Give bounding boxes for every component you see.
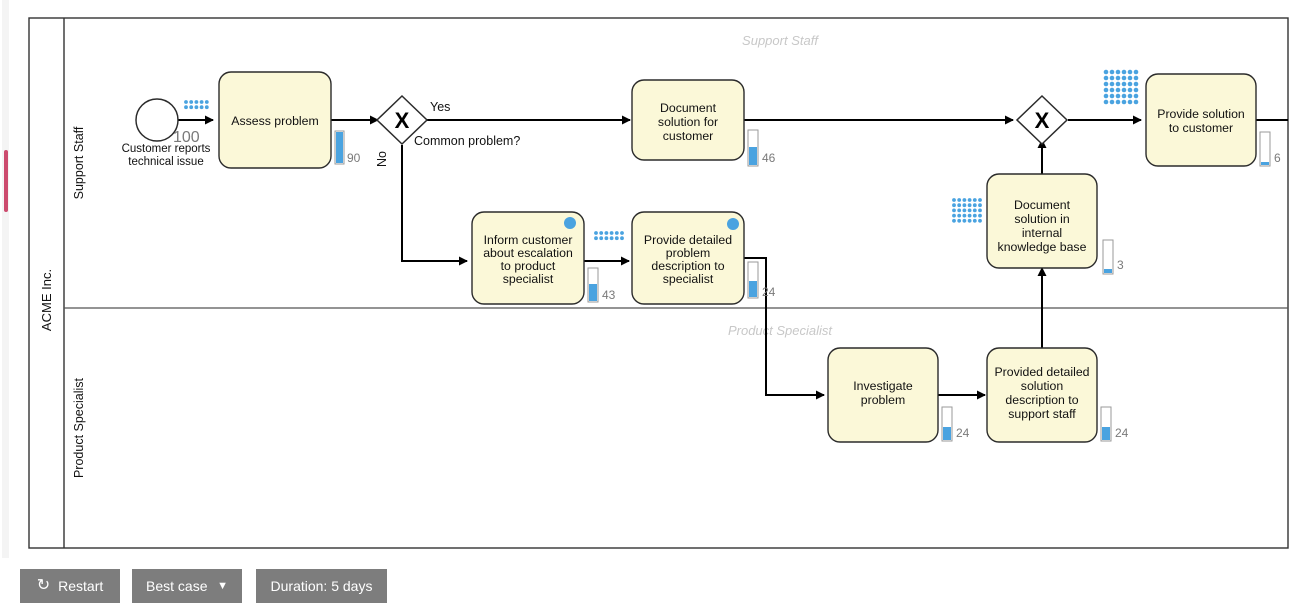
task-prov-desc-line1: Provide detailed (644, 233, 732, 247)
start-event-label-line2: technical issue (128, 156, 203, 168)
task-document-solution-in-kb[interactable]: Document solution in internal knowledge … (986, 173, 1124, 275)
flow-label-no: No (375, 151, 389, 167)
task-assess-problem-count: 90 (347, 151, 361, 165)
task-kb-line1: Document (1014, 198, 1071, 212)
duration-button[interactable]: Duration: 5 days (256, 569, 387, 603)
task-doc-sol-cust-line1: Document (660, 101, 717, 115)
process-simulation-app: ACME Inc. Support Staff Support Staff Pr… (0, 0, 1307, 610)
lane-product-specialist[interactable]: Product Specialist Product Specialist (72, 323, 833, 478)
queue-dot-grid-provide-solution (1103, 69, 1139, 105)
task-kb-line3: internal (1022, 226, 1062, 240)
task-doc-sol-cust-line2: solution for (658, 115, 718, 129)
task-document-solution-for-customer[interactable]: Document solution for customer 46 (631, 79, 776, 167)
task-investigate-line1: Investigate (853, 379, 913, 393)
task-provided-desc-line4: support staff (1008, 407, 1076, 421)
gateway-common-problem-symbol: X (395, 108, 410, 133)
task-provide-sol-count: 6 (1274, 151, 1281, 165)
start-event-label-line1: Customer reports (122, 143, 211, 155)
case-select-button[interactable]: Best case ▼ (132, 569, 242, 603)
lane-watermark-product-specialist: Product Specialist (728, 323, 833, 338)
gateway-common-problem[interactable]: X Yes Common problem? No (375, 94, 520, 167)
task-kb-line4: knowledge base (998, 240, 1087, 254)
lane-label-support-staff: Support Staff (72, 126, 86, 199)
gateway-merge-symbol: X (1035, 108, 1050, 133)
flow-label-yes: Yes (430, 100, 450, 114)
lane-watermark-support-staff: Support Staff (742, 33, 819, 48)
refresh-icon: ↻ (36, 577, 51, 594)
task-inform-line1: Inform customer (484, 233, 573, 247)
task-investigate-count: 24 (956, 426, 970, 440)
lane-label-product-specialist: Product Specialist (72, 377, 86, 478)
restart-button-label: Restart (58, 578, 104, 594)
task-prov-desc-line3: description to (651, 259, 724, 273)
restart-button[interactable]: ↻ Restart (20, 569, 120, 603)
task-prov-desc-count: 24 (762, 285, 776, 299)
task-provided-desc-line3: description to (1005, 393, 1078, 407)
user-task-icon-inform-customer (564, 217, 576, 229)
task-inform-line3: to product (501, 259, 556, 273)
task-inform-count: 43 (602, 288, 616, 302)
bpmn-canvas[interactable]: ACME Inc. Support Staff Support Staff Pr… (0, 0, 1307, 558)
task-inform-customer-about-escalation[interactable]: Inform customer about escalation to prod… (471, 211, 616, 305)
task-kb-line2: solution in (1014, 212, 1070, 226)
task-inform-line2: about escalation (483, 246, 573, 260)
chevron-down-icon: ▼ (217, 579, 228, 592)
task-assess-problem-label: Assess problem (231, 114, 318, 128)
start-event-customer-reports[interactable]: 100 Customer reports technical issue (122, 98, 211, 168)
task-provided-desc-line2: solution (1021, 379, 1064, 393)
task-kb-count: 3 (1117, 258, 1124, 272)
queue-dot-grid-provide-description (594, 231, 624, 241)
simulation-toolbar: ↻ Restart Best case ▼ Duration: 5 days (0, 560, 1307, 610)
task-provide-sol-line2: to customer (1169, 121, 1233, 135)
flow-gateway-no[interactable] (401, 145, 468, 266)
task-provided-desc-line1: Provided detailed (994, 365, 1089, 379)
task-provide-sol-line1: Provide solution (1157, 107, 1245, 121)
task-inform-line4: specialist (503, 272, 554, 286)
case-select-label: Best case (146, 578, 208, 594)
queue-dot-grid-document-kb (952, 198, 982, 223)
task-prov-desc-line4: specialist (663, 272, 714, 286)
gateway-merge[interactable]: X (1015, 94, 1069, 146)
task-investigate-line2: problem (861, 393, 905, 407)
task-doc-sol-cust-line3: customer (663, 129, 714, 143)
queue-dot-grid-assess-problem (184, 100, 209, 110)
task-provided-detailed-solution-description[interactable]: Provided detailed solution description t… (986, 347, 1129, 443)
task-provided-desc-count: 24 (1115, 426, 1129, 440)
user-task-icon-provide-description (727, 218, 739, 230)
task-prov-desc-line2: problem (666, 246, 710, 260)
task-doc-sol-cust-count: 46 (762, 151, 776, 165)
gateway-common-problem-label: Common problem? (414, 134, 520, 148)
pool-label: ACME Inc. (39, 269, 54, 331)
duration-label: Duration: 5 days (270, 578, 373, 594)
